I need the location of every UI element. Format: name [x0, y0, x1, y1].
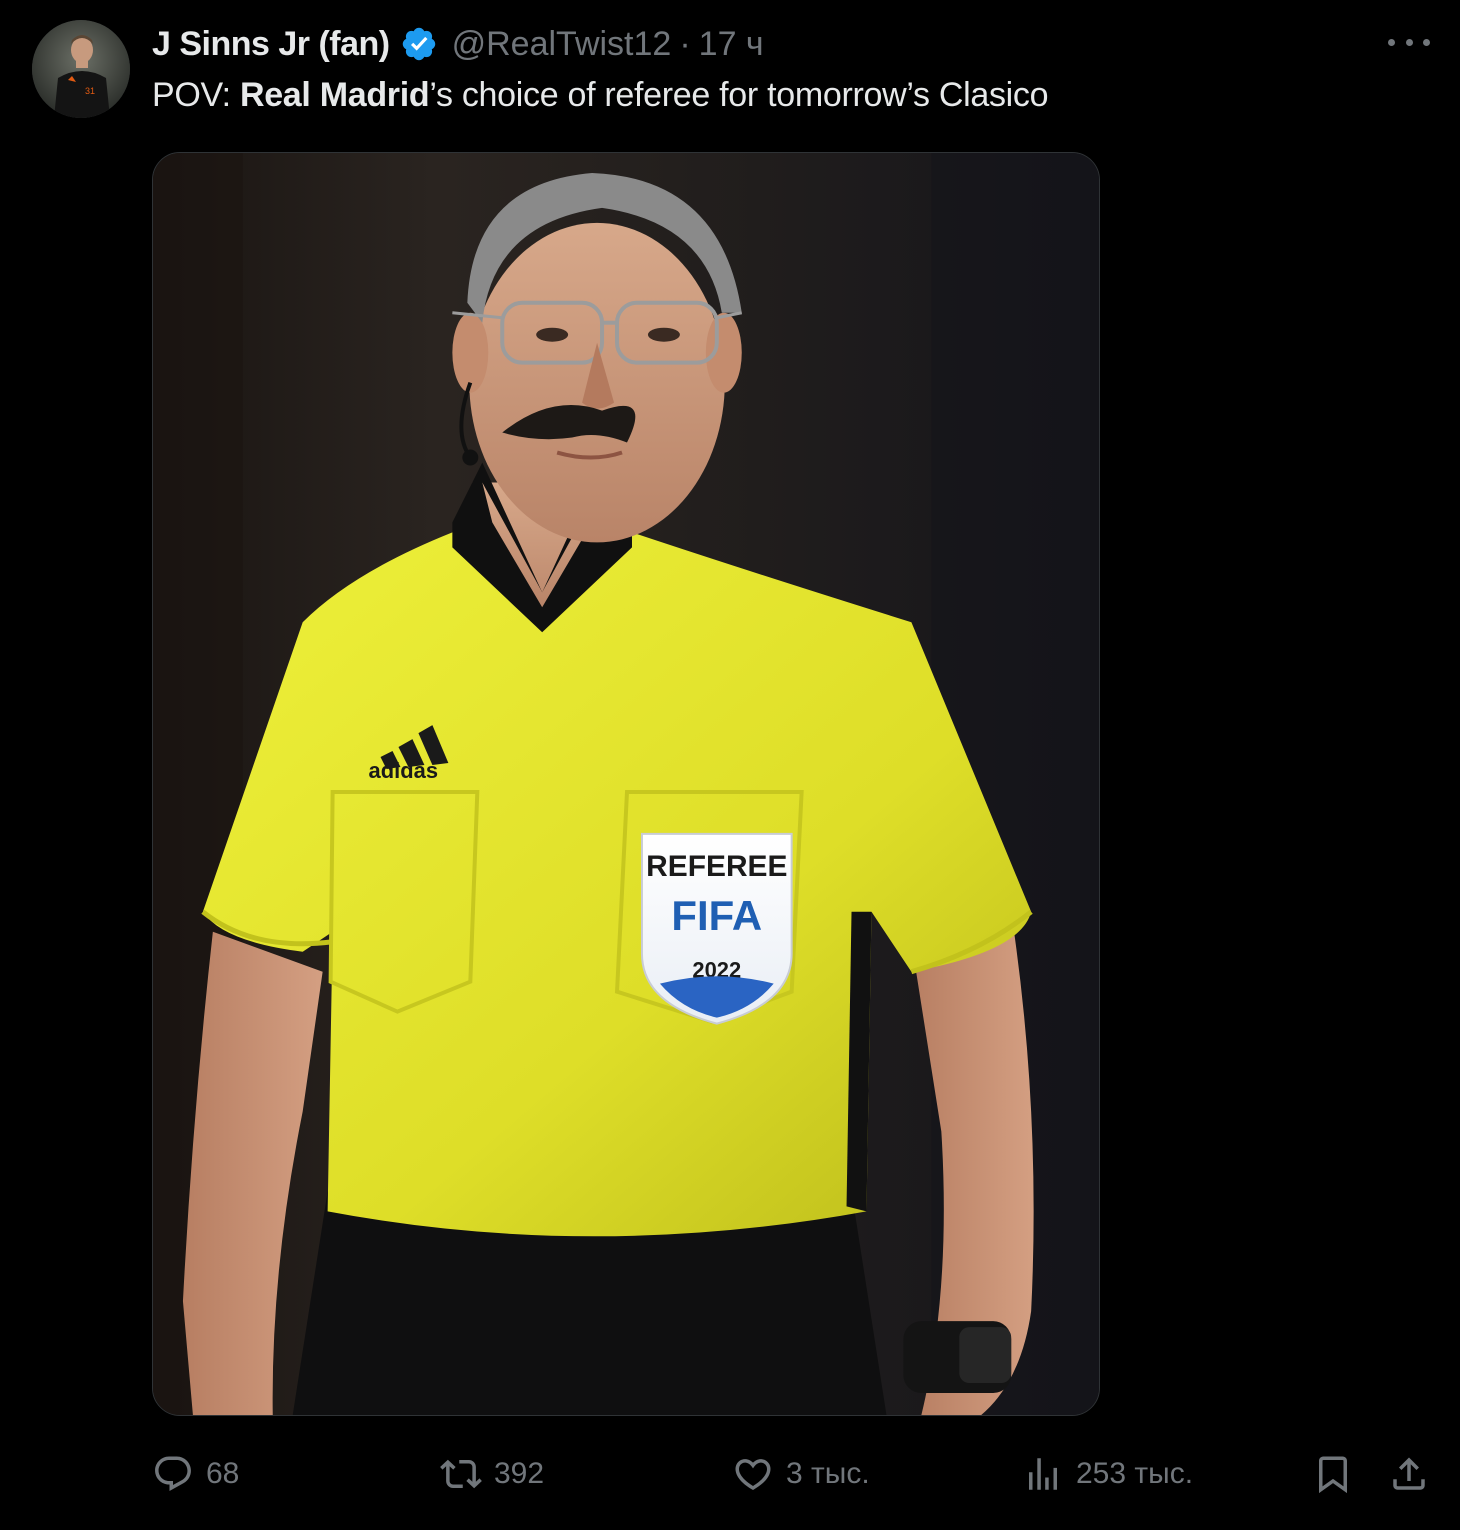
avatar[interactable]: 31: [32, 20, 130, 118]
repost-icon: [440, 1459, 482, 1489]
views-chart-icon: [1029, 1458, 1057, 1490]
reply-count: 68: [206, 1457, 240, 1490]
bookmark-button[interactable]: [1312, 1448, 1354, 1500]
views-count: 253 тыс.: [1076, 1457, 1194, 1490]
reply-button[interactable]: 68: [152, 1448, 239, 1500]
more-dot-icon: [1405, 38, 1413, 46]
verified-badge-icon: [402, 27, 435, 61]
share-button[interactable]: [1388, 1448, 1430, 1500]
referee-badge: REFEREE FIFA 2022: [640, 832, 793, 1025]
views-button[interactable]: 253 тыс.: [1022, 1448, 1193, 1500]
tweet-text-bold: Real Madrid: [239, 76, 430, 114]
tweet-text-suffix: ’s choice of referee for tomorrow’s Clas…: [429, 76, 1049, 114]
tweet-text: POV: Real Madrid’s choice of referee for…: [152, 76, 1049, 115]
svg-text:31: 31: [85, 86, 95, 96]
more-dot-icon: [1423, 38, 1430, 46]
heart-icon: [735, 1459, 771, 1491]
svg-text:REFEREE: REFEREE: [646, 850, 787, 883]
tweet-action-bar: 68 392 3 тыс. 253 тыс.: [152, 1448, 1442, 1500]
like-button[interactable]: 3 тыс.: [732, 1448, 870, 1500]
more-options-button[interactable]: [1386, 24, 1432, 60]
author-display-name[interactable]: J Sinns Jr (fan): [152, 25, 390, 64]
tweet: 31 J Sinns Jr (fan) @RealTwist12 · 17 ч …: [0, 0, 1460, 1530]
tweet-timestamp[interactable]: 17 ч: [699, 25, 764, 64]
svg-text:FIFA: FIFA: [671, 892, 762, 939]
repost-button[interactable]: 392: [440, 1448, 544, 1500]
share-upload-icon: [1393, 1457, 1425, 1490]
reply-icon: [155, 1456, 191, 1491]
tweet-header: J Sinns Jr (fan) @RealTwist12 · 17 ч: [152, 24, 764, 64]
tweet-text-prefix: POV:: [152, 76, 240, 114]
bookmark-icon: [1319, 1456, 1347, 1494]
svg-text:adidas: adidas: [369, 758, 438, 783]
like-count: 3 тыс.: [786, 1457, 870, 1490]
header-separator: ·: [679, 24, 691, 63]
repost-count: 392: [494, 1457, 545, 1490]
avatar-image: 31: [32, 20, 130, 118]
author-handle[interactable]: @RealTwist12: [452, 25, 672, 64]
tweet-media-image[interactable]: adidas REFEREE FIFA 2022: [152, 152, 1100, 1416]
referee-photo: adidas REFEREE FIFA 2022: [153, 153, 1099, 1415]
more-dot-icon: [1388, 38, 1395, 46]
